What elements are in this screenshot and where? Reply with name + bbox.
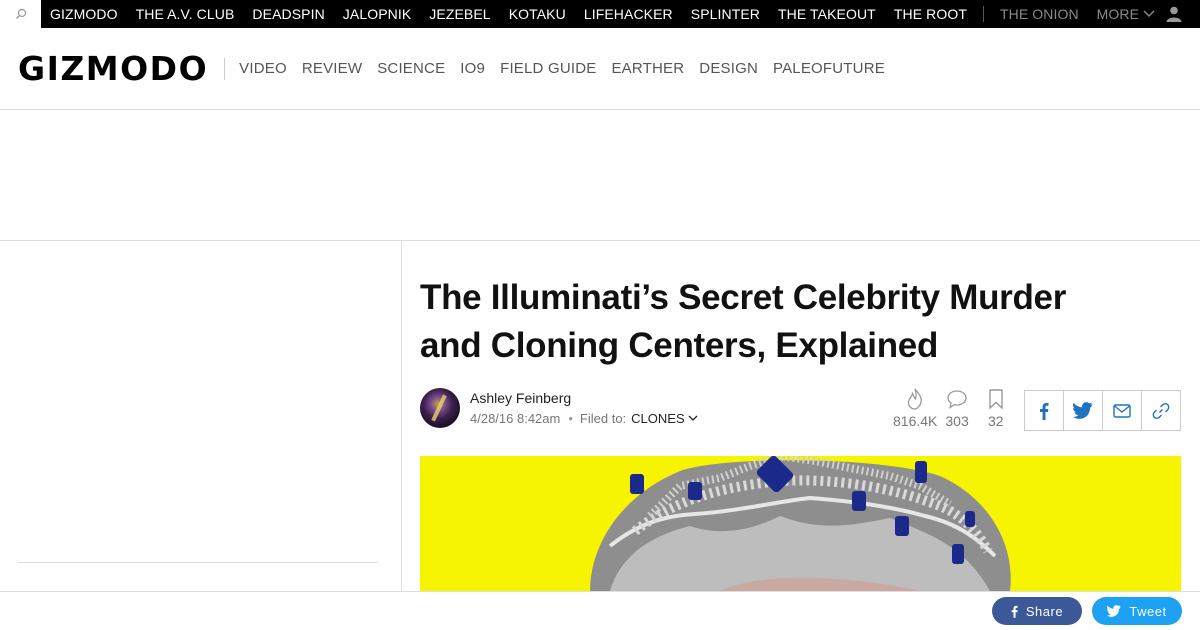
site-header: GIZMODO VIDEO REVIEW SCIENCE IO9 FIELD G…: [0, 28, 1200, 110]
author-name[interactable]: Ashley Feinberg: [470, 390, 698, 406]
network-link-splinter[interactable]: SPLINTER: [691, 6, 760, 22]
dateline: 4/28/16 8:42am • Filed to: CLONES: [470, 411, 698, 426]
network-link-root[interactable]: THE ROOT: [894, 6, 967, 22]
hero-image: [420, 456, 1181, 591]
sidebar-divider: [17, 562, 378, 563]
network-link-jezebel[interactable]: JEZEBEL: [429, 6, 490, 22]
share-link-button[interactable]: [1142, 391, 1180, 430]
dateline-dot: •: [568, 411, 573, 426]
views-stat: 816.4K: [893, 388, 937, 429]
network-link-lifehacker[interactable]: LIFEHACKER: [584, 6, 673, 22]
byline-meta: Ashley Feinberg 4/28/16 8:42am • Filed t…: [470, 390, 698, 426]
network-link-onion[interactable]: THE ONION: [1000, 6, 1079, 22]
share-toolbar: [1024, 390, 1181, 431]
saves-count: 32: [987, 413, 1004, 429]
facebook-icon: [1040, 402, 1049, 420]
network-links: GIZMODO THE A.V. CLUB DEADSPIN JALOPNIK …: [41, 0, 1173, 28]
section-nav: VIDEO REVIEW SCIENCE IO9 FIELD GUIDE EAR…: [239, 60, 885, 77]
section-link-paleofuture[interactable]: PALEOFUTURE: [773, 60, 885, 77]
user-button[interactable]: [1166, 6, 1182, 27]
twitter-icon: [1073, 402, 1093, 419]
section-link-video[interactable]: VIDEO: [239, 60, 287, 77]
twitter-share-label: Tweet: [1129, 603, 1167, 619]
byline: Ashley Feinberg 4/28/16 8:42am • Filed t…: [420, 388, 698, 428]
share-twitter-button[interactable]: [1064, 391, 1103, 430]
logo-divider: [224, 57, 226, 80]
section-link-review[interactable]: REVIEW: [302, 60, 362, 77]
bookmark-icon: [989, 389, 1003, 410]
publish-date[interactable]: 4/28/16 8:42am: [470, 411, 560, 426]
saves-stat[interactable]: 32: [987, 388, 1005, 429]
email-icon: [1113, 403, 1131, 418]
ad-space: [0, 110, 1200, 241]
network-link-kotaku[interactable]: KOTAKU: [509, 6, 566, 22]
more-label: MORE: [1096, 6, 1140, 22]
views-count: 816.4K: [893, 413, 938, 429]
site-logo[interactable]: GIZMODO: [18, 49, 208, 88]
network-divider: [982, 6, 984, 22]
hero-illustration: [590, 456, 1011, 591]
search-icon: [15, 8, 26, 19]
search-button[interactable]: [0, 0, 41, 28]
filed-tag-button[interactable]: CLONES: [631, 411, 698, 426]
comments-count: 303: [945, 413, 969, 429]
share-facebook-button[interactable]: [1025, 391, 1064, 430]
network-bar: GIZMODO THE A.V. CLUB DEADSPIN JALOPNIK …: [0, 0, 1200, 28]
comments-stat[interactable]: 303: [945, 388, 969, 429]
twitter-share-button[interactable]: Tweet: [1092, 597, 1182, 625]
more-menu-button[interactable]: MORE: [1097, 6, 1155, 22]
facebook-share-button[interactable]: Share: [992, 597, 1082, 625]
twitter-icon: [1107, 605, 1122, 617]
network-link-avclub[interactable]: THE A.V. CLUB: [136, 6, 235, 22]
chevron-down-icon: [688, 415, 698, 421]
network-link-jalopnik[interactable]: JALOPNIK: [343, 6, 412, 22]
filed-label: Filed to:: [579, 411, 627, 426]
left-sidebar: [0, 241, 402, 591]
share-email-button[interactable]: [1103, 391, 1142, 430]
facebook-share-label: Share: [1025, 603, 1064, 619]
section-link-design[interactable]: DESIGN: [699, 60, 758, 77]
filed-tag: CLONES: [631, 411, 685, 426]
facebook-icon: [1011, 605, 1018, 618]
article-stats: 816.4K 303 32: [893, 388, 1013, 429]
section-link-io9[interactable]: IO9: [460, 60, 485, 77]
comment-icon: [947, 390, 967, 409]
network-link-gizmodo[interactable]: GIZMODO: [50, 6, 118, 22]
article-title: The Illuminati’s Secret Celebrity Murder…: [420, 278, 1067, 365]
flame-icon: [908, 388, 923, 410]
section-link-science[interactable]: SCIENCE: [377, 60, 445, 77]
network-link-takeout[interactable]: THE TAKEOUT: [778, 6, 876, 22]
link-icon: [1152, 402, 1170, 419]
author-avatar[interactable]: [420, 388, 460, 428]
chevron-down-icon: [1143, 10, 1155, 17]
network-link-deadspin[interactable]: DEADSPIN: [252, 6, 324, 22]
user-icon: [1166, 6, 1182, 22]
section-link-earther[interactable]: EARTHER: [611, 60, 684, 77]
section-link-field-guide[interactable]: FIELD GUIDE: [500, 60, 596, 77]
